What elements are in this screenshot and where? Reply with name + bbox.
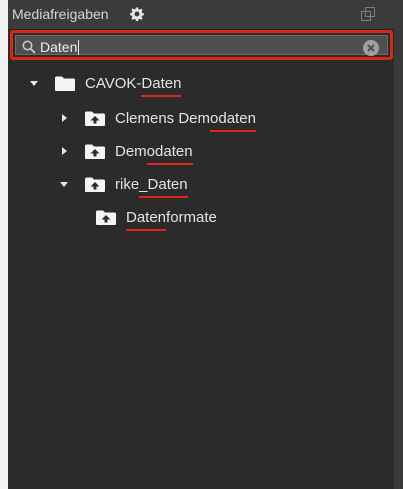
search-match: odaten: [210, 109, 256, 127]
search-value[interactable]: Daten: [40, 39, 80, 55]
folder-icon: [54, 75, 76, 92]
tree-item[interactable]: Datenformate: [95, 206, 217, 228]
gear-icon[interactable]: [130, 7, 144, 21]
tree-item[interactable]: Clemens Demodaten: [58, 107, 256, 129]
media-shares-panel: Mediafreigaben Daten CAVOK-Daten Clemens …: [0, 0, 394, 489]
panel-header: Mediafreigaben: [8, 0, 394, 30]
detach-icon[interactable]: [360, 6, 376, 22]
caret-down-icon[interactable]: [58, 178, 70, 190]
clear-icon[interactable]: [363, 40, 379, 56]
tree-item-label: Demodaten: [115, 142, 193, 160]
tree-item[interactable]: Demodaten: [58, 140, 193, 162]
tree-item-label: CAVOK-Daten: [85, 74, 182, 92]
tree-item-label: Datenformate: [126, 208, 217, 226]
tree-item[interactable]: rike_Daten: [58, 173, 188, 195]
search-match: odaten: [146, 142, 193, 160]
search-match: Daten: [141, 74, 182, 92]
search-icon: [22, 40, 36, 54]
search-match: Daten: [126, 208, 167, 226]
shared-folder-icon: [84, 143, 106, 160]
tree-item-label: Clemens Demodaten: [115, 109, 256, 127]
shared-folder-icon: [95, 209, 117, 226]
caret-down-icon[interactable]: [28, 77, 40, 89]
shared-folder-icon: [84, 176, 106, 193]
panel-edge: [394, 0, 403, 489]
search-input[interactable]: Daten: [15, 35, 388, 56]
search-match: _Daten: [139, 175, 188, 193]
tree-item[interactable]: CAVOK-Daten: [28, 72, 181, 94]
tree-item-label: rike_Daten: [115, 175, 188, 193]
caret-right-icon[interactable]: [58, 145, 70, 157]
panel-title: Mediafreigaben: [12, 6, 109, 22]
search-highlight-frame: Daten: [10, 30, 393, 60]
caret-right-icon[interactable]: [58, 112, 70, 124]
shared-folder-icon: [84, 110, 106, 127]
